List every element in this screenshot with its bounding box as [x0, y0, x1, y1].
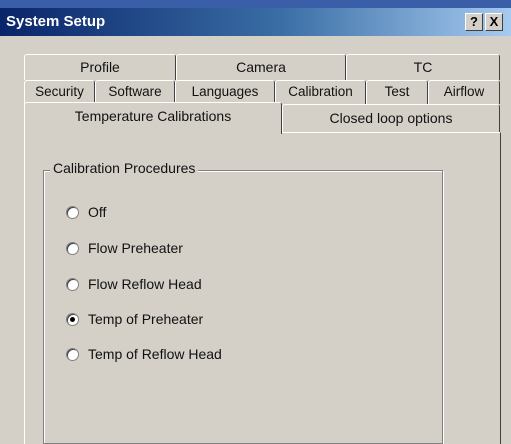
tab-software[interactable]: Software	[95, 80, 175, 104]
help-button[interactable]: ?	[465, 13, 483, 31]
tab-languages[interactable]: Languages	[175, 80, 275, 104]
tab-test[interactable]: Test	[366, 80, 428, 104]
option-off[interactable]: Off	[66, 202, 106, 222]
option-label: Temp of Preheater	[88, 311, 204, 327]
radio-temp-of-preheater[interactable]	[66, 312, 79, 326]
option-label: Off	[88, 204, 107, 220]
radio-off[interactable]	[66, 205, 79, 219]
tab-calibration[interactable]: Calibration	[275, 80, 366, 104]
partially-visible-parent-window-strip	[0, 0, 511, 8]
tab-temperature-calibrations[interactable]: Temperature Calibrations	[24, 102, 282, 134]
option-temp-of-preheater[interactable]: Temp of Preheater	[66, 309, 203, 329]
close-button[interactable]: X	[485, 13, 503, 31]
window-title: System Setup	[6, 13, 106, 30]
tab-closed-loop-options[interactable]: Closed loop options	[282, 104, 500, 132]
radio-flow-reflow-head[interactable]	[66, 277, 79, 291]
tab-camera[interactable]: Camera	[176, 54, 346, 80]
tab-airflow[interactable]: Airflow	[428, 80, 500, 104]
option-flow-reflow-head[interactable]: Flow Reflow Head	[66, 274, 202, 294]
tab-tc[interactable]: TC	[346, 54, 500, 80]
option-temp-of-reflow-head[interactable]: Temp of Reflow Head	[66, 344, 222, 364]
option-label: Flow Reflow Head	[88, 276, 202, 292]
radio-temp-of-reflow-head[interactable]	[66, 347, 79, 361]
radio-flow-preheater[interactable]	[66, 241, 79, 255]
option-flow-preheater[interactable]: Flow Preheater	[66, 238, 183, 258]
option-label: Flow Preheater	[88, 240, 183, 256]
group-legend: Calibration Procedures	[50, 160, 199, 176]
tab-security[interactable]: Security	[24, 80, 95, 104]
tab-profile[interactable]: Profile	[24, 54, 176, 80]
title-bar: System Setup ? X	[0, 8, 511, 36]
option-label: Temp of Reflow Head	[88, 346, 222, 362]
